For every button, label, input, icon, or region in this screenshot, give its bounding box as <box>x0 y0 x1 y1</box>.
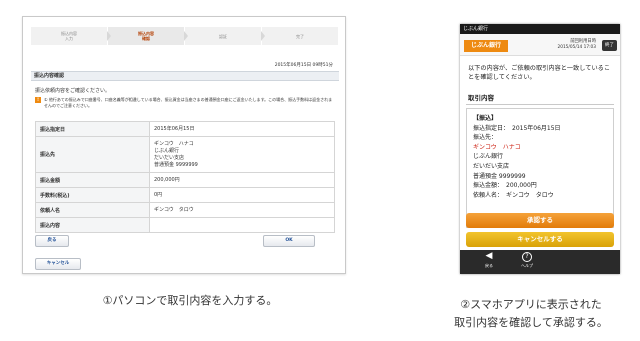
card-branch: だいだい支店 <box>473 162 510 170</box>
cancel-button[interactable]: キャンセル <box>35 258 81 270</box>
transfer-table: 振込指定日 2015年06月15日 振込先 ギンコウ ハナコ じぶん銀行 だいだ… <box>35 121 335 233</box>
card-account: 普通預金 9999999 <box>473 172 526 180</box>
row-value: 2015年06月15日 <box>149 121 335 137</box>
table-row: 依頼人名 ギンコウ タロウ <box>35 202 335 218</box>
step-confirm: 振込内容 確認 <box>108 27 188 45</box>
card-heading: 【振込】 <box>473 115 498 122</box>
step-label: 完了 <box>296 33 304 39</box>
back-arrow-icon: ◀ <box>485 251 493 261</box>
card-requester: 依頼人名： ギンコウ タロウ <box>473 191 554 199</box>
confirm-message: 以下の内容が、ご依頼の取引内容と一致していることを確認してください。 <box>468 65 611 81</box>
nav-back[interactable]: ◀ 戻る <box>470 250 508 274</box>
row-label: 振込内容 <box>35 217 150 233</box>
card-bank: じぶん銀行 <box>473 153 504 161</box>
table-row: 振込金額 200,000円 <box>35 172 335 188</box>
intro-text: 振込依頼内容をご確認ください。 <box>35 88 111 94</box>
section-title: 振込内容確認 <box>31 71 339 81</box>
back-button[interactable]: 戻る <box>35 235 69 247</box>
step-label: 振込内容 確認 <box>138 31 154 41</box>
nav-help-label: ヘルプ <box>521 263 533 268</box>
bottom-nav: ◀ 戻る ? ヘルプ <box>460 250 620 274</box>
table-row: 振込内容 <box>35 217 335 233</box>
step-label: 認証 <box>219 33 227 39</box>
app-header: じぶん銀行 前回利用日時 2015/05/14 17:03 終了 <box>460 34 620 56</box>
divider <box>466 104 614 105</box>
caption-left: ①パソコンで取引内容を入力する。 <box>102 294 278 307</box>
row-value <box>149 217 335 233</box>
pc-screen: 振込内容 入力 振込内容 確認 認証 完了 2015年06月15日 09時51分… <box>22 16 346 274</box>
end-button[interactable]: 終了 <box>602 40 617 51</box>
notice: ! ① 他行あての振込みで口座番号、口座名義等が相違している場合、振込資金は当座… <box>35 97 335 109</box>
table-row: 手数料(税込) 0円 <box>35 187 335 203</box>
progress-steps: 振込内容 入力 振込内容 確認 認証 完了 <box>31 27 339 45</box>
chevron-right-icon <box>107 31 111 41</box>
notice-text: ① 他行あての振込みで口座番号、口座名義等が相違している場合、振込資金は当座さま… <box>44 97 333 108</box>
caption-right: ②スマホアプリに表示された 取引内容を確認して承認する。 <box>422 296 640 332</box>
caption-right-line1: ②スマホアプリに表示された <box>460 298 602 311</box>
chevron-right-icon <box>184 31 188 41</box>
row-value: ギンコウ ハナコ じぶん銀行 だいだい支店 普通預金 9999999 <box>149 136 335 173</box>
caption-right-line2: 取引内容を確認して承認する。 <box>454 316 608 329</box>
card-date: 振込指定日： 2015年06月15日 <box>473 124 561 132</box>
card-dest-name: ギンコウ ハナコ <box>473 143 521 151</box>
status-bar-title: じぶん銀行 <box>460 24 620 34</box>
step-complete: 完了 <box>262 27 339 45</box>
phone-screen: じぶん銀行 じぶん銀行 前回利用日時 2015/05/14 17:03 終了 以… <box>460 24 620 274</box>
help-icon: ? <box>522 252 532 262</box>
step-input: 振込内容 入力 <box>31 27 111 45</box>
row-label: 振込金額 <box>35 172 150 188</box>
card-dest-label: 振込先： <box>473 134 498 142</box>
warning-icon: ! <box>35 97 41 103</box>
row-label: 依頼人名 <box>35 202 150 218</box>
bank-logo: じぶん銀行 <box>464 40 508 52</box>
step-auth: 認証 <box>185 27 265 45</box>
last-login-value: 2015/05/14 17:03 <box>557 45 596 50</box>
table-row: 振込先 ギンコウ ハナコ じぶん銀行 だいだい支店 普通預金 9999999 <box>35 136 335 173</box>
approve-button[interactable]: 承認する <box>466 213 614 228</box>
transaction-card: 【振込】 振込指定日： 2015年06月15日 振込先： ギンコウ ハナコ じぶ… <box>466 108 614 228</box>
nav-back-label: 戻る <box>485 263 493 268</box>
row-label: 振込指定日 <box>35 121 150 137</box>
table-row: 振込指定日 2015年06月15日 <box>35 121 335 137</box>
last-login: 前回利用日時 2015/05/14 17:03 <box>548 39 596 51</box>
cancel-button[interactable]: キャンセルする <box>466 232 614 247</box>
ok-button[interactable]: OK <box>263 235 315 247</box>
nav-help[interactable]: ? ヘルプ <box>508 250 546 274</box>
row-label: 振込先 <box>35 136 150 173</box>
card-amount: 振込金額： 200,000円 <box>473 182 537 190</box>
row-value: 200,000円 <box>149 172 335 188</box>
step-label: 振込内容 入力 <box>61 31 77 41</box>
row-value: 0円 <box>149 187 335 203</box>
chevron-right-icon <box>261 31 265 41</box>
section-title: 取引内容 <box>468 94 494 102</box>
datetime: 2015年06月15日 09時51分 <box>274 63 333 68</box>
row-value: ギンコウ タロウ <box>149 202 335 218</box>
row-label: 手数料(税込) <box>35 187 150 203</box>
